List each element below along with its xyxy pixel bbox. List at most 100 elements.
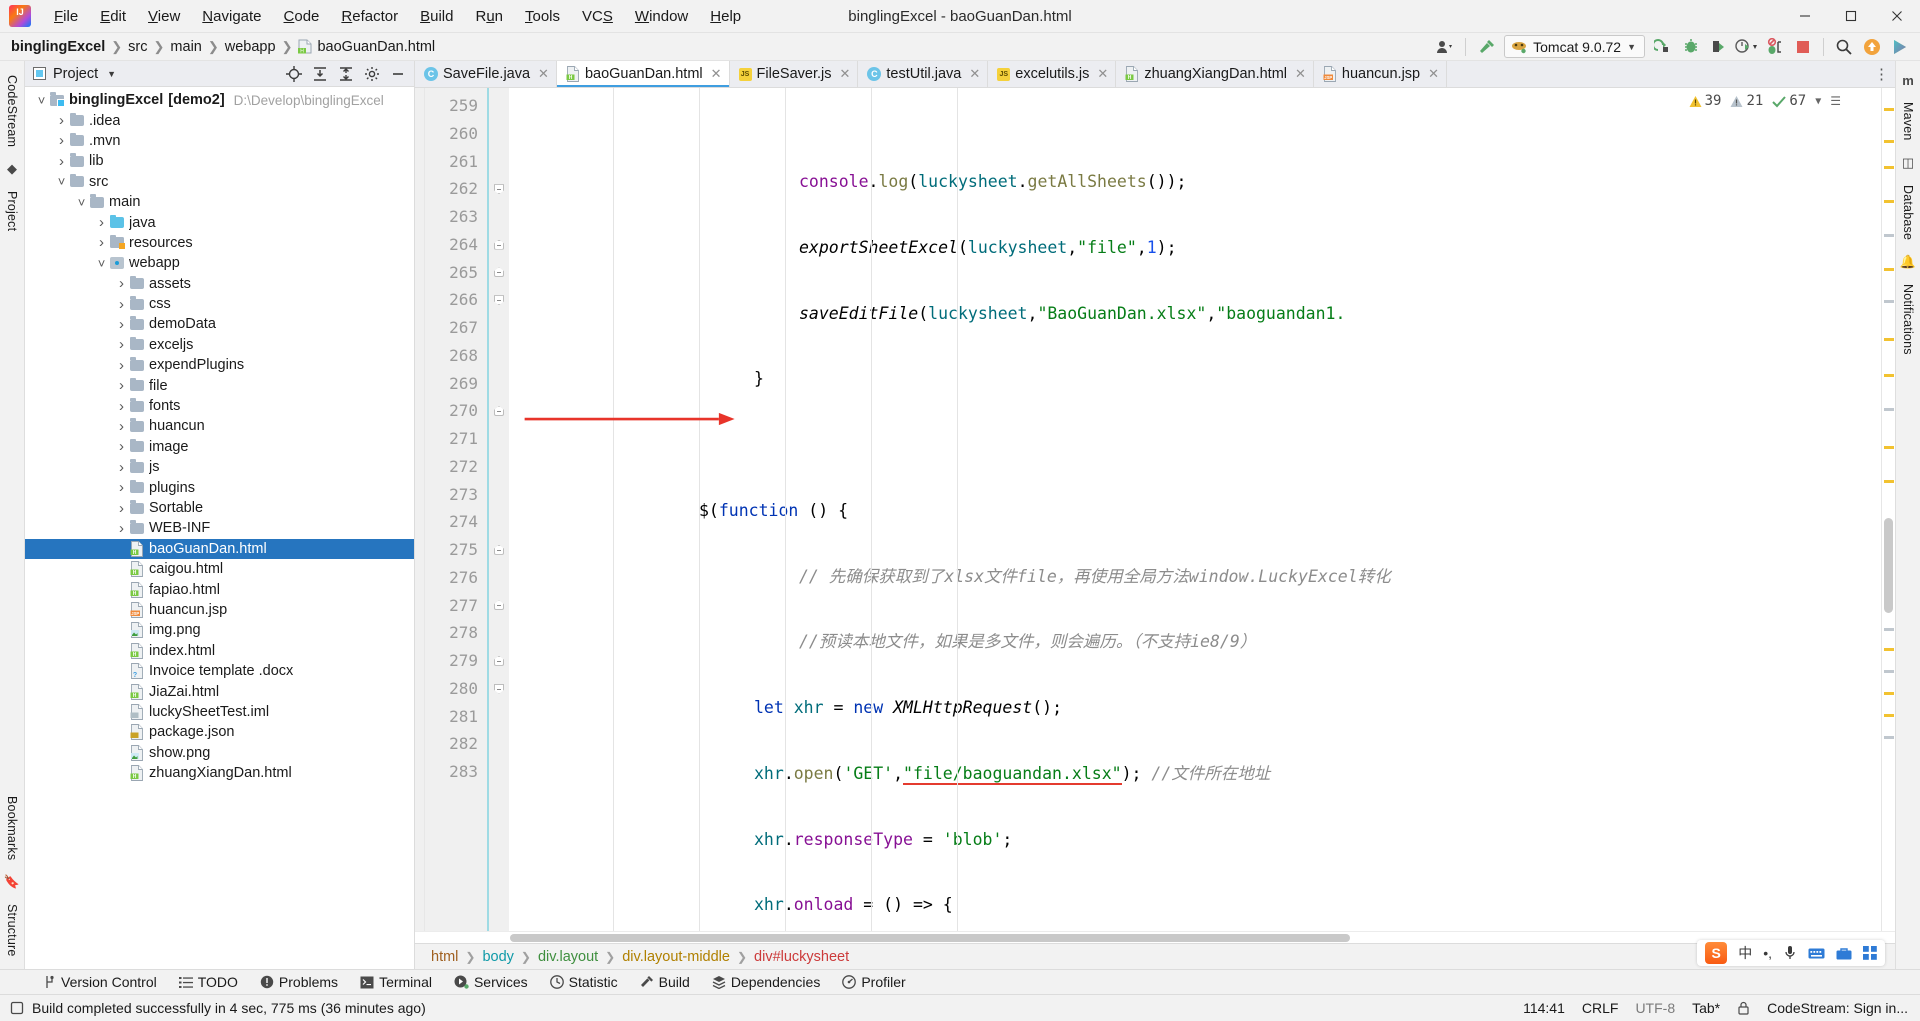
breadcrumb-webapp[interactable]: webapp [225,39,276,55]
chevron-right-icon[interactable]: › [95,214,108,231]
tree-node-huancun[interactable]: › huancun [25,416,414,436]
chevron-right-icon[interactable]: › [55,153,68,170]
tree-node-exceljs[interactable]: › exceljs [25,335,414,355]
inspection-settings-icon[interactable]: ☰ [1830,94,1841,108]
fold-marker[interactable] [489,286,509,314]
close-tab-icon[interactable]: ✕ [538,66,549,82]
tree-node-baoguandan-html[interactable]: HbaoGuanDan.html [25,538,414,559]
rail-item-project[interactable]: Project [5,183,19,239]
close-tab-icon[interactable]: ✕ [711,66,722,82]
editor-hscroll-thumb[interactable] [510,934,1350,942]
rail-item-maven[interactable]: Maven [1901,94,1915,149]
editor-tab-testutil-java[interactable]: testUtil.java ✕ [858,61,989,87]
tree-node-index-html[interactable]: Hindex.html [25,641,414,661]
breadcrumb-main[interactable]: main [170,39,201,55]
menu-tools[interactable]: Tools [514,4,571,29]
indent-setting[interactable]: Tab* [1692,1000,1720,1016]
chevron-right-icon[interactable]: › [115,438,128,455]
tree-node-fonts[interactable]: › fonts [25,396,414,416]
tool-window-problems[interactable]: Problems [249,972,349,992]
breadcrumb-element-div-luckysheet[interactable]: div#luckysheet [754,949,849,965]
lock-icon[interactable] [1737,1001,1750,1015]
tool-window-version-control[interactable]: Version Control [32,972,168,992]
close-tab-icon[interactable]: ✕ [1295,66,1306,82]
toolbox-icon[interactable] [1836,947,1852,960]
chevron-right-icon[interactable]: › [115,296,128,313]
chevron-down-icon[interactable]: ˅ [55,174,68,189]
chevron-right-icon[interactable]: › [55,132,68,149]
settings-gear-icon[interactable] [360,63,384,85]
menu-navigate[interactable]: Navigate [191,4,272,29]
chevron-right-icon[interactable]: › [115,357,128,374]
menu-code[interactable]: Code [273,4,331,29]
breadcrumb-project[interactable]: binglingExcel [11,39,105,55]
breadcrumb-src[interactable]: src [128,39,147,55]
fold-marker[interactable] [489,592,509,620]
line-separator[interactable]: CRLF [1582,1000,1619,1016]
editor-tab-overflow-icon[interactable]: ⋮ [1868,61,1895,87]
chevron-down-icon[interactable]: ▼ [107,69,116,79]
tree-node--idea[interactable]: › .idea [25,110,414,130]
chevron-right-icon[interactable]: › [115,275,128,292]
menu-vcs[interactable]: VCS [571,4,624,29]
close-tab-icon[interactable]: ✕ [1428,66,1439,82]
editor-tab-bar[interactable]: SaveFile.java✕ HbaoGuanDan.html✕FileSave… [415,61,1895,88]
chevron-right-icon[interactable]: › [95,234,108,251]
tree-node-luckysheettest-iml[interactable]: luckySheetTest.iml [25,702,414,722]
chevron-down-icon[interactable]: ˅ [35,93,48,108]
maximize-button[interactable] [1828,0,1874,33]
tree-node-js[interactable]: › js [25,457,414,477]
run-with-coverage-icon[interactable] [1705,35,1733,59]
breadcrumb-file[interactable]: H baoGuanDan.html [298,39,435,55]
close-tab-icon[interactable]: ✕ [1097,66,1108,82]
tree-node-expendplugins[interactable]: › expendPlugins [25,355,414,375]
inspection-widget[interactable]: 39 21 67 ▼ ☰ [1684,92,1845,110]
tree-node-package-json[interactable]: package.json [25,722,414,742]
close-tab-icon[interactable]: ✕ [840,66,851,82]
tree-node-jiazai-html[interactable]: H JiaZai.html [25,681,414,701]
tree-node-invoice-template-docx[interactable]: ? Invoice template .docx [25,661,414,681]
tool-window-terminal[interactable]: Terminal [349,972,443,992]
hammer-build-icon[interactable] [1472,35,1500,59]
breadcrumb-element-html[interactable]: html [431,949,458,965]
bottom-tool-window-bar[interactable]: Version Control TODO Problems Terminal Servi… [0,969,1920,994]
editor-marker-bar[interactable] [1881,88,1895,931]
rail-item-notifications[interactable]: Notifications [1901,276,1915,363]
code-folding-gutter[interactable] [487,88,509,931]
minimize-button[interactable] [1782,0,1828,33]
ime-toolbar[interactable]: 中 •, [1697,940,1885,966]
search-everywhere-icon[interactable] [1830,35,1858,59]
close-button[interactable] [1874,0,1920,33]
editor-tab-zhuangxiangdan-html[interactable]: HzhuangXiangDan.html ✕ [1116,61,1314,87]
tree-node-caigou-html[interactable]: Hcaigou.html [25,559,414,579]
tool-window-todo[interactable]: TODO [168,972,249,992]
menu-view[interactable]: View [137,4,191,29]
editor-tab-huancun-jsp[interactable]: JSP huancun.jsp ✕ [1313,61,1448,87]
update-project-icon[interactable] [1858,35,1886,59]
tree-node-webapp[interactable]: ˅ webapp [25,253,414,273]
tree-node-css[interactable]: › css [25,294,414,314]
fold-marker[interactable] [489,397,509,425]
chevron-down-icon[interactable]: ˅ [95,256,108,271]
rail-item-structure[interactable]: Structure [5,896,19,965]
caret-position[interactable]: 114:41 [1523,1000,1565,1016]
rail-item-bookmarks[interactable]: Bookmarks [5,788,19,868]
menu-refactor[interactable]: Refactor [330,4,409,29]
tool-window-services[interactable]: Services [443,972,539,992]
run-icon[interactable] [1649,35,1677,59]
breadcrumb-element-div-layout-middle[interactable]: div.layout-middle [622,949,730,965]
tree-node-img-png[interactable]: img.png [25,620,414,640]
tree-node-java[interactable]: › java [25,212,414,232]
tree-node-web-inf[interactable]: › WEB-INF [25,518,414,538]
fold-marker[interactable] [489,231,509,259]
file-encoding[interactable]: UTF-8 [1635,1000,1675,1016]
profiler-icon[interactable] [1733,35,1761,59]
tree-node-src[interactable]: ˅ src [25,172,414,192]
fold-marker[interactable] [489,675,509,703]
tool-window-profiler[interactable]: Profiler [831,972,916,992]
fold-marker[interactable] [489,647,509,675]
tree-node-zhuangxiangdan-html[interactable]: HzhuangXiangDan.html [25,763,414,783]
share-icon[interactable] [1886,35,1914,59]
tree-node-sortable[interactable]: › Sortable [25,498,414,518]
editor-tab-savefile-java[interactable]: SaveFile.java ✕ [415,61,557,87]
